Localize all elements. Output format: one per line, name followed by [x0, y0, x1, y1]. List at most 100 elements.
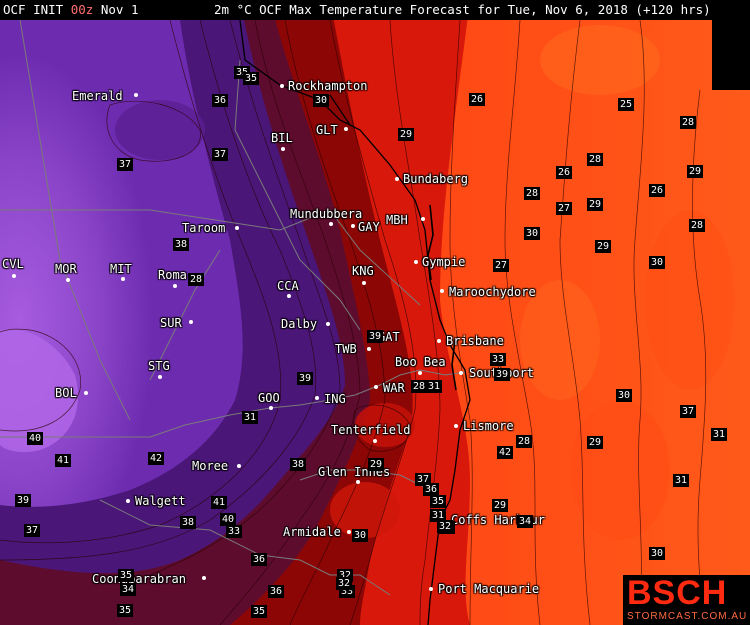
place-label-taroom: Taroom — [182, 221, 226, 235]
temperature-value: 41 — [211, 496, 228, 509]
temperature-forecast-map: OCF INIT 00z Nov 1 2m °C OCF Max Tempera… — [0, 0, 750, 625]
temperature-value: 30 — [313, 94, 330, 107]
map-corner-mask — [712, 20, 750, 90]
place-marker — [202, 576, 206, 580]
place-label-tenterfield: Tenterfield — [331, 423, 411, 437]
place-marker — [315, 396, 319, 400]
temperature-value: 35 — [118, 569, 135, 582]
place-label-cca: CCA — [277, 279, 299, 293]
place-label-walgett: Walgett — [135, 494, 186, 508]
temperature-value: 31 — [673, 474, 690, 487]
place-marker — [356, 480, 360, 484]
place-label-sur: SUR — [160, 316, 182, 330]
temperature-value: 26 — [649, 184, 666, 197]
temperature-value: 27 — [556, 202, 573, 215]
temperature-value: 30 — [649, 547, 666, 560]
place-label-ing: ING — [324, 392, 346, 406]
temperature-value: 38 — [290, 458, 307, 471]
place-marker — [173, 284, 177, 288]
temperature-value: 32 — [437, 520, 454, 533]
place-label-goo: GOO — [258, 391, 280, 405]
temperature-value: 35 — [251, 605, 268, 618]
temperature-value: 34 — [120, 583, 137, 596]
place-marker — [329, 222, 333, 226]
place-marker — [269, 406, 273, 410]
temperature-value: 35 — [117, 604, 134, 617]
temperature-value: 29 — [687, 165, 704, 178]
place-marker — [134, 93, 138, 97]
place-marker — [287, 294, 291, 298]
place-marker — [126, 499, 130, 503]
temperature-value: 36 — [268, 585, 285, 598]
place-label-armidale: Armidale — [283, 525, 341, 539]
place-label-moree: Moree — [192, 459, 229, 473]
temperature-value: 34 — [517, 515, 534, 528]
temperature-value: 30 — [616, 389, 633, 402]
temperature-value: 29 — [398, 128, 415, 141]
place-label-maroochydore: Maroochydore — [449, 285, 536, 299]
temperature-value: 27 — [493, 259, 510, 272]
place-label-rockhampton: Rockhampton — [288, 79, 368, 93]
place-label-cvl: CVL — [2, 257, 24, 271]
temperature-value: 29 — [587, 436, 604, 449]
temperature-value: 39 — [367, 330, 384, 343]
temperature-value: 29 — [595, 240, 612, 253]
temperature-value: 26 — [556, 166, 573, 179]
place-marker — [66, 278, 70, 282]
temperature-value: 38 — [173, 238, 190, 251]
temperature-value: 29 — [368, 458, 385, 471]
temperature-value: 42 — [148, 452, 165, 465]
place-label-glt: GLT — [316, 123, 338, 137]
temperature-value: 33 — [490, 353, 507, 366]
temperature-value: 28 — [680, 116, 697, 129]
place-label-brisbane: Brisbane — [446, 334, 504, 348]
temperature-value: 39 — [297, 372, 314, 385]
temperature-value: 35 — [430, 495, 447, 508]
temperature-value: 32 — [336, 577, 353, 590]
place-marker — [281, 147, 285, 151]
place-marker — [237, 464, 241, 468]
place-label-boo-bea: Boo Bea — [395, 355, 446, 369]
place-marker — [121, 277, 125, 281]
place-label-coonabarabran: Coonabarabran — [92, 572, 186, 586]
temperature-value: 37 — [680, 405, 697, 418]
place-marker — [374, 385, 378, 389]
place-label-mor: MOR — [55, 262, 77, 276]
map-title: 2m °C OCF Max Temperature Forecast for T… — [214, 2, 711, 17]
temperature-value: 39 — [494, 368, 511, 381]
place-marker — [344, 127, 348, 131]
temperature-value: 28 — [188, 273, 205, 286]
temperature-value: 31 — [711, 428, 728, 441]
place-marker — [326, 322, 330, 326]
place-marker — [351, 224, 355, 228]
place-marker — [437, 339, 441, 343]
place-marker — [362, 281, 366, 285]
temperature-value: 28 — [524, 187, 541, 200]
place-marker — [84, 391, 88, 395]
place-label-lismore: Lismore — [463, 419, 514, 433]
place-marker — [367, 347, 371, 351]
place-label-war: WAR — [383, 381, 405, 395]
temperature-value: 25 — [618, 98, 635, 111]
place-label-kng: KNG — [352, 264, 374, 278]
place-label-gympie: Gympie — [422, 255, 466, 269]
place-marker — [414, 260, 418, 264]
place-marker — [373, 439, 377, 443]
place-label-bil: BIL — [271, 131, 293, 145]
temperature-value: 41 — [55, 454, 72, 467]
place-label-roma: Roma — [158, 268, 187, 282]
place-marker — [459, 371, 463, 375]
temperature-value: 33 — [226, 525, 243, 538]
place-label-bundaberg: Bundaberg — [403, 172, 469, 186]
place-marker — [454, 424, 458, 428]
temperature-value: 37 — [212, 148, 229, 161]
place-label-twb: TWB — [335, 342, 357, 356]
temperature-value: 30 — [649, 256, 666, 269]
place-label-port-macquarie: Port Macquarie — [438, 582, 540, 596]
temperature-value: 29 — [587, 198, 604, 211]
place-marker — [429, 587, 433, 591]
temperature-value: 30 — [524, 227, 541, 240]
temperature-value: 37 — [24, 524, 41, 537]
temperature-value: 28 — [587, 153, 604, 166]
map-header: OCF INIT 00z Nov 1 2m °C OCF Max Tempera… — [0, 0, 750, 20]
